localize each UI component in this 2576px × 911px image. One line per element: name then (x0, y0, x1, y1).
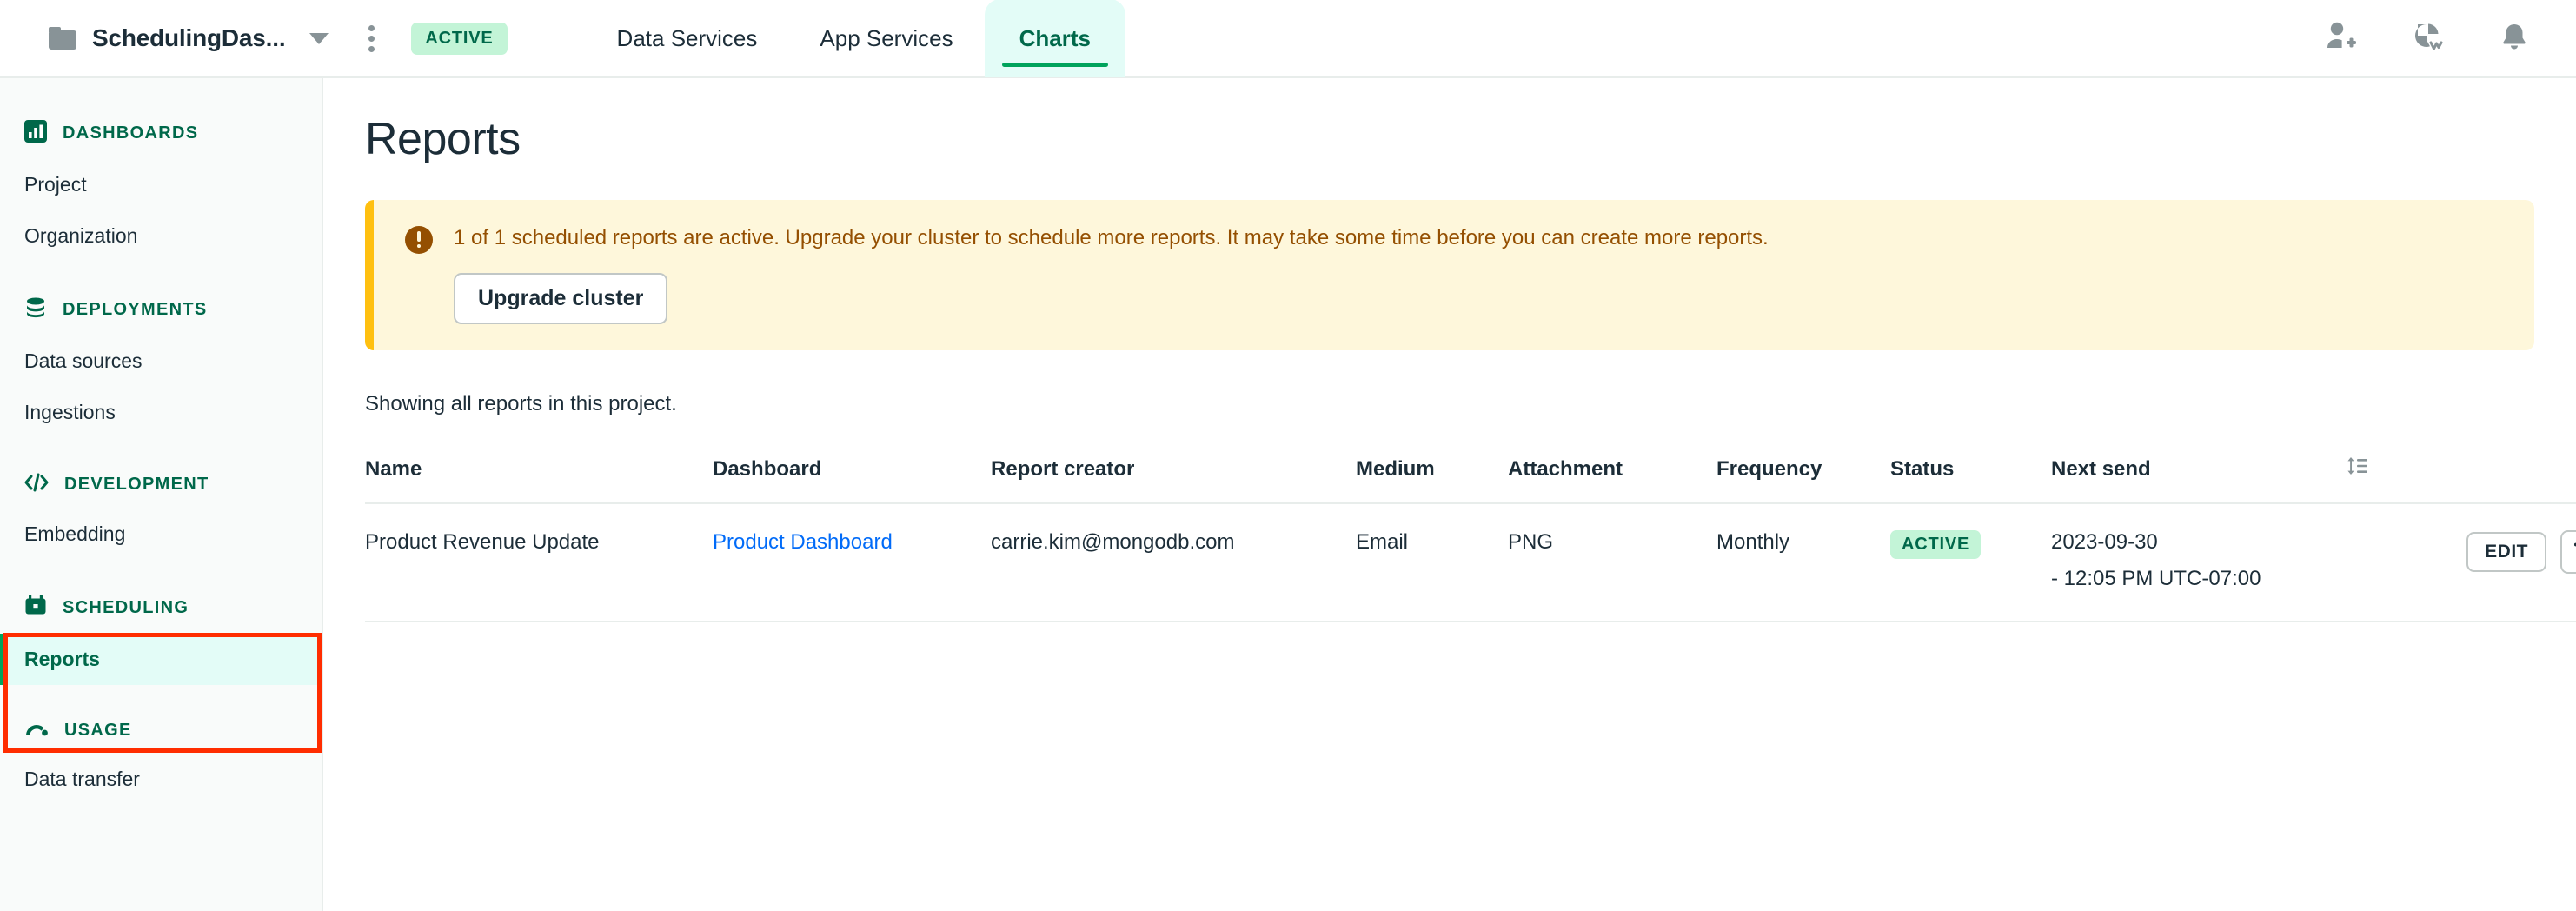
next-send-time: - 12:05 PM UTC-07:00 (2051, 567, 2261, 591)
kebab-menu-icon[interactable] (363, 20, 380, 57)
cell-frequency: Monthly (1716, 503, 1890, 623)
table-header-row: Name Dashboard Report creator Medium Att… (365, 455, 2576, 505)
project-name-label: SchedulingDas... (92, 24, 286, 51)
sidebar-section-label: USAGE (64, 721, 132, 740)
banner-message: 1 of 1 scheduled reports are active. Upg… (454, 226, 1769, 249)
cell-attachment: PNG (1508, 503, 1716, 623)
sidebar-section-usage[interactable]: USAGE (0, 708, 322, 754)
bar-chart-icon (24, 120, 47, 147)
cell-status: ACTIVE (1890, 503, 2051, 623)
delete-report-button[interactable] (2560, 530, 2576, 575)
main-content: Reports 1 of 1 scheduled reports are act… (323, 78, 2576, 911)
left-sidebar: DASHBOARDS Project Organization DEPLOYME… (0, 78, 323, 911)
cell-report-name: Product Revenue Update (365, 503, 713, 623)
calendar-icon (24, 595, 47, 622)
showing-reports-text: Showing all reports in this project. (365, 392, 677, 416)
invite-user-icon[interactable] (2326, 22, 2357, 56)
sidebar-section-scheduling[interactable]: SCHEDULING (0, 582, 322, 634)
cell-report-creator: carrie.kim@mongodb.com (991, 503, 1356, 623)
warning-icon (405, 226, 433, 254)
code-brackets-icon (24, 473, 49, 496)
cell-row-actions: EDIT (2347, 503, 2576, 623)
sidebar-section-label: SCHEDULING (63, 598, 189, 617)
project-status-badge: ACTIVE (411, 22, 508, 55)
cell-medium: Email (1356, 503, 1508, 623)
column-header-name[interactable]: Name (365, 455, 713, 505)
sidebar-section-development[interactable]: DEVELOPMENT (0, 461, 322, 509)
column-header-frequency[interactable]: Frequency (1716, 455, 1890, 505)
sidebar-item-data-transfer[interactable]: Data transfer (0, 754, 322, 805)
gauge-icon (24, 720, 49, 741)
cell-next-send: 2023-09-30 - 12:05 PM UTC-07:00 (2051, 503, 2347, 623)
column-header-dashboard[interactable]: Dashboard (713, 455, 991, 505)
cell-dashboard: Product Dashboard (713, 503, 991, 623)
sidebar-section-dashboards[interactable]: DASHBOARDS (0, 108, 322, 159)
dashboard-link[interactable]: Product Dashboard (713, 530, 893, 554)
column-header-report-creator[interactable]: Report creator (991, 455, 1356, 505)
folder-icon (49, 27, 76, 50)
sidebar-item-embedding[interactable]: Embedding (0, 509, 322, 560)
upgrade-warning-banner: 1 of 1 scheduled reports are active. Upg… (365, 200, 2534, 351)
reports-table: Name Dashboard Report creator Medium Att… (365, 455, 2576, 623)
table-row: Product Revenue Update Product Dashboard… (365, 503, 2576, 623)
project-selector[interactable]: SchedulingDas... (49, 24, 329, 52)
sidebar-item-organization[interactable]: Organization (0, 210, 322, 262)
sidebar-item-project[interactable]: Project (0, 159, 322, 210)
column-header-attachment[interactable]: Attachment (1508, 455, 1716, 505)
status-badge: ACTIVE (1890, 530, 1982, 560)
notification-bell-icon[interactable] (2500, 22, 2529, 56)
main-nav-tabs: Data Services App Services Charts (586, 0, 1125, 77)
column-header-sort (2347, 455, 2576, 505)
sidebar-item-ingestions[interactable]: Ingestions (0, 387, 322, 438)
sort-icon[interactable] (2347, 457, 2369, 482)
sidebar-section-label: DEVELOPMENT (64, 475, 209, 494)
top-header-bar: SchedulingDas... ACTIVE Data Services Ap… (0, 0, 2576, 78)
sidebar-section-deployments[interactable]: DEPLOYMENTS (0, 284, 322, 336)
next-send-date: 2023-09-30 (2051, 530, 2158, 555)
sidebar-section-label: DASHBOARDS (63, 123, 199, 143)
sidebar-section-label: DEPLOYMENTS (63, 300, 208, 319)
edit-report-button[interactable]: EDIT (2466, 532, 2546, 573)
upgrade-cluster-button[interactable]: Upgrade cluster (454, 273, 668, 325)
tab-charts[interactable]: Charts (984, 0, 1125, 77)
column-header-medium[interactable]: Medium (1356, 455, 1508, 505)
sidebar-item-reports[interactable]: Reports (0, 634, 322, 685)
database-icon (24, 296, 47, 323)
column-header-status[interactable]: Status (1890, 455, 2051, 505)
tab-data-services[interactable]: Data Services (586, 0, 789, 77)
page-title: Reports (365, 114, 521, 164)
column-header-next-send[interactable]: Next send (2051, 455, 2347, 505)
tab-app-services[interactable]: App Services (788, 0, 984, 77)
header-icon-group (2326, 22, 2529, 56)
sidebar-item-data-sources[interactable]: Data sources (0, 336, 322, 387)
chevron-down-icon[interactable] (309, 32, 329, 44)
activity-feed-icon[interactable] (2413, 22, 2444, 56)
